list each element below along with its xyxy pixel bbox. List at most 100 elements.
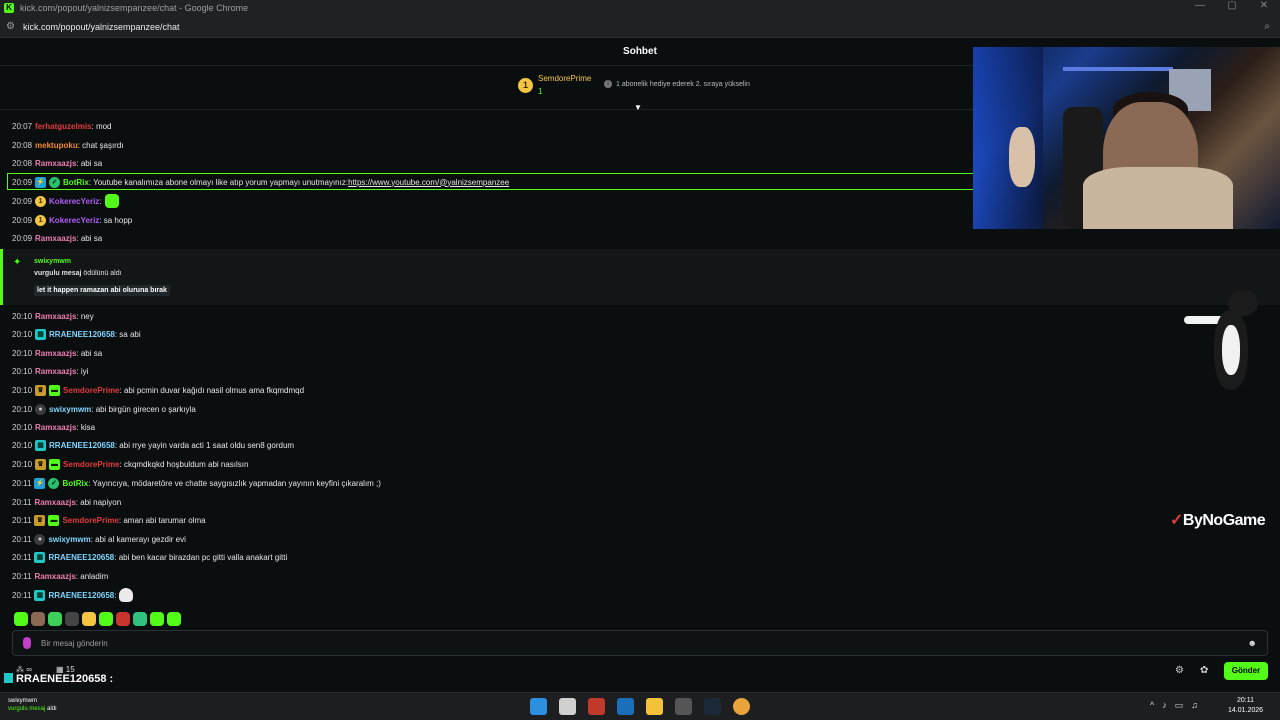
message-text: : Youtube kanalımıza abone olmayı like a… xyxy=(88,177,349,187)
message-username[interactable]: KokerecYeriz xyxy=(49,197,99,206)
close-button[interactable]: ✕ xyxy=(1248,0,1280,11)
verified-badge-icon: ✓ xyxy=(49,176,61,188)
site-settings-icon[interactable]: ⚙ xyxy=(6,21,15,32)
emote-quickbar xyxy=(14,612,181,626)
chat-input[interactable] xyxy=(41,631,1221,655)
message-username[interactable]: RRAENEE120658 xyxy=(48,591,114,600)
message-username[interactable]: Ramxaazjs xyxy=(35,349,76,358)
task-view-icon[interactable] xyxy=(559,698,576,715)
message-username[interactable]: KokerecYeriz xyxy=(49,216,99,225)
app-icon[interactable] xyxy=(588,698,605,715)
message-text: : ckqmdkqkd hoşbuldum abi nasılsın xyxy=(119,459,249,469)
emote-icon[interactable] xyxy=(14,612,28,626)
send-button[interactable]: Gönder xyxy=(1224,662,1268,680)
bynogame-swoosh-icon: ✓ xyxy=(1170,512,1183,529)
message-username[interactable]: BotRix xyxy=(63,178,89,187)
message-username[interactable]: Ramxaazjs xyxy=(34,498,75,507)
message-username[interactable]: RRAENEE120658 xyxy=(48,553,114,562)
message-username[interactable]: ferhatguzelmis xyxy=(35,122,91,131)
rank-medal-icon: 1 xyxy=(518,78,533,93)
youtube-link[interactable]: https://www.youtube.com/@yalnizsempanzee xyxy=(348,178,509,187)
emote-icon[interactable] xyxy=(167,612,181,626)
windows-taskbar: swixymwm vurgulu mesaj aldı ^ ♪ ▭ ♫ 20:1… xyxy=(0,692,1280,720)
emote-icon[interactable] xyxy=(48,612,62,626)
start-icon[interactable] xyxy=(530,698,547,715)
microphone-icon[interactable]: ♪ xyxy=(1162,700,1167,711)
steam-icon[interactable] xyxy=(704,698,721,715)
sub-badge-icon xyxy=(4,673,13,683)
led-shelf xyxy=(1063,67,1173,71)
url-text[interactable]: kick.com/popout/yalnizsempanzee/chat xyxy=(23,22,180,32)
message-username[interactable]: mektupoku xyxy=(35,141,78,150)
ghost-emote-icon xyxy=(119,588,134,602)
streamer-coat xyxy=(1083,167,1233,229)
obs-icon[interactable] xyxy=(675,698,692,715)
message-username[interactable]: Ramxaazjs xyxy=(35,367,76,376)
expand-chevron-icon[interactable]: ▼ xyxy=(634,103,642,112)
volume-icon[interactable]: ♫ xyxy=(1191,700,1198,711)
mic-icon[interactable] xyxy=(23,637,31,649)
chat-settings-icon[interactable]: ✿ xyxy=(1200,665,1208,676)
taskbar-user-sub: vurgulu mesaj xyxy=(8,706,46,712)
message-username[interactable]: BotRix xyxy=(62,479,88,488)
message-username[interactable]: SemdorePrime xyxy=(63,386,119,395)
emote-icon[interactable] xyxy=(116,612,130,626)
address-bar[interactable]: ⚙ kick.com/popout/yalnizsempanzee/chat ⌕ xyxy=(0,16,1280,38)
photos-icon[interactable] xyxy=(617,698,634,715)
message-text: : sa hopp xyxy=(99,215,133,225)
tray-chevron-icon[interactable]: ^ xyxy=(1150,700,1154,711)
message-time: 20:10 xyxy=(12,366,33,376)
verified-badge-icon: ✓ xyxy=(48,477,60,489)
emote-icon[interactable] xyxy=(31,612,45,626)
emote-icon[interactable] xyxy=(65,612,79,626)
maximize-button[interactable]: ▢ xyxy=(1216,0,1248,11)
taskbar-clock[interactable]: 20:11 14.01.2026 xyxy=(1228,696,1263,716)
message-time: 20:11 xyxy=(12,552,32,562)
user-avatar-badge-icon: ● xyxy=(35,403,47,415)
message-time: 20:11 xyxy=(12,478,32,488)
message-username[interactable]: RRAENEE120658 xyxy=(49,441,115,450)
emote-icon[interactable] xyxy=(133,612,147,626)
info-icon: i xyxy=(604,80,612,88)
message-username[interactable]: Ramxaazjs xyxy=(34,572,75,581)
file-explorer-icon[interactable] xyxy=(646,698,663,715)
message-username[interactable]: Ramxaazjs xyxy=(35,312,76,321)
chat-message: 20:10 ▦ RRAENEE120658 : abi rrye yayin v… xyxy=(12,437,294,453)
minimize-button[interactable]: — xyxy=(1184,0,1216,11)
message-username[interactable]: SemdorePrime xyxy=(63,460,119,469)
message-username[interactable]: RRAENEE120658 xyxy=(49,330,115,339)
chat-message: 20:10 Ramxaazjs : kisa xyxy=(12,419,95,435)
reward-description: vurgulu mesaj ödülünü aldı xyxy=(34,270,122,277)
search-icon[interactable]: ⌕ xyxy=(1264,21,1270,32)
chat-message: 20:09 1 KokerecYeriz : sa hopp xyxy=(12,212,132,228)
streamer-hand xyxy=(1009,127,1035,187)
overlay-username: RRAENEE120658 : xyxy=(16,673,114,685)
chrome-icon[interactable] xyxy=(733,698,750,715)
message-time: 20:09 xyxy=(12,215,33,225)
message-text: : anladim xyxy=(75,571,109,581)
message-text: : Yayıncıya, mödaretöre ve chatte saygıs… xyxy=(88,478,381,488)
chat-message: 20:08 Ramxaazjs : abi sa xyxy=(12,155,102,171)
message-username[interactable]: SemdorePrime xyxy=(62,516,118,525)
message-username[interactable]: Ramxaazjs xyxy=(35,159,76,168)
reward-username[interactable]: swixymwm xyxy=(34,258,71,265)
message-time: 20:09 xyxy=(12,196,33,206)
settings-gear-icon[interactable]: ⚙ xyxy=(1175,665,1184,676)
reward-name: vurgulu mesaj xyxy=(34,270,82,277)
emote-icon[interactable] xyxy=(99,612,113,626)
message-username[interactable]: Ramxaazjs xyxy=(35,234,76,243)
emoji-picker-icon[interactable]: ☻ xyxy=(1248,638,1257,648)
emote-icon[interactable] xyxy=(150,612,164,626)
network-icon[interactable]: ▭ xyxy=(1175,700,1184,711)
message-username[interactable]: swixymwm xyxy=(48,535,90,544)
chat-footer: ⁂ ∞ ▦ 15 ⚙ ✿ Gönder xyxy=(0,660,1280,692)
message-time: 20:10 xyxy=(12,311,33,321)
sub-badge-icon: ▦ xyxy=(35,439,47,451)
webcam-overlay xyxy=(973,47,1280,229)
message-username[interactable]: swixymwm xyxy=(49,405,91,414)
message-username[interactable]: Ramxaazjs xyxy=(35,423,76,432)
pinned-username[interactable]: SemdorePrime xyxy=(538,74,591,83)
cat-belly xyxy=(1222,325,1240,375)
message-text: : abi sa xyxy=(76,158,103,168)
emote-icon[interactable] xyxy=(82,612,96,626)
